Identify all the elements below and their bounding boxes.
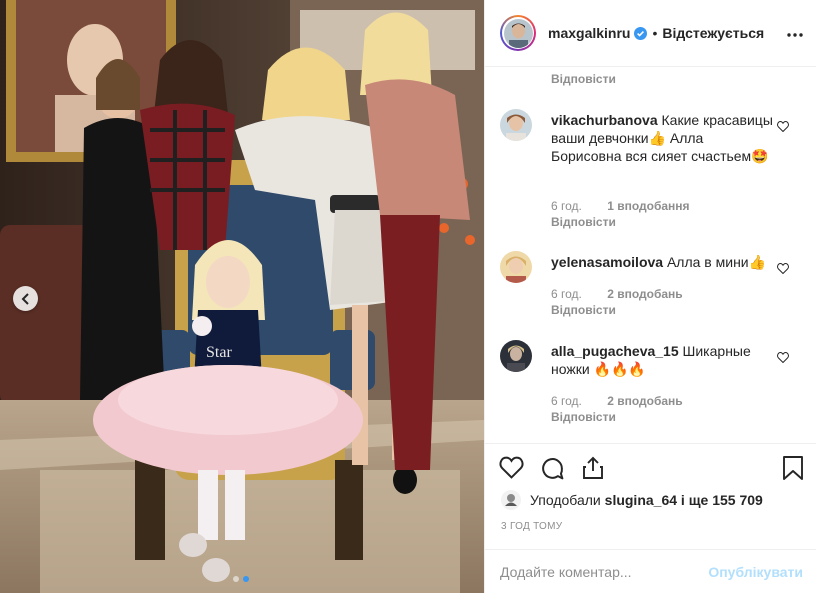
avatar-image xyxy=(503,18,533,48)
comment-like-icon[interactable] xyxy=(777,261,789,279)
post-timestamp[interactable]: 3 ГОД ТОМУ xyxy=(501,521,562,532)
heart-icon[interactable] xyxy=(499,456,524,481)
avatar-image xyxy=(500,340,532,372)
comment-likes-count[interactable]: 1 вподобання xyxy=(607,199,689,213)
post-photo[interactable]: Star xyxy=(0,0,484,593)
share-icon[interactable] xyxy=(581,456,605,481)
reply-link[interactable]: Відповісти xyxy=(551,72,616,86)
comment-username[interactable]: vikachurbanova xyxy=(551,112,658,128)
comment-text: alla_pugacheva_15 Шикарные ножки 🔥🔥🔥 xyxy=(551,342,776,378)
comment-item: alla_pugacheva_15 Шикарные ножки 🔥🔥🔥 6 г… xyxy=(500,340,800,430)
liker-username[interactable]: slugina_64 xyxy=(605,492,677,508)
comment-meta: 6 год. 2 вподобань xyxy=(551,394,683,408)
header-separator: • xyxy=(652,25,658,41)
comments-list[interactable]: Відповісти vikachurbanova Какие красавиц… xyxy=(485,67,816,443)
likes-summary: Уподобали slugina_64 і ще 155 709 xyxy=(501,490,763,510)
carousel-dot xyxy=(233,576,239,582)
comment-meta: 6 год. 2 вподобань xyxy=(551,287,683,301)
carousel-prev-button[interactable] xyxy=(13,286,38,311)
comment-icon[interactable] xyxy=(540,456,565,481)
comment-likes-count[interactable]: 2 вподобань xyxy=(607,287,682,301)
comment-like-icon[interactable] xyxy=(777,119,789,137)
comment-item: vikachurbanova Какие красавицы ваши девч… xyxy=(500,109,800,229)
comment-text: vikachurbanova Какие красавицы ваши девч… xyxy=(551,111,776,165)
commenter-avatar[interactable] xyxy=(500,109,532,141)
chevron-left-icon xyxy=(21,292,29,305)
likes-count[interactable]: і ще 155 709 xyxy=(681,492,763,508)
comment-like-icon[interactable] xyxy=(777,350,789,368)
comment-meta: 6 год. 1 вподобання xyxy=(551,199,690,213)
comment-time: 6 год. xyxy=(551,394,582,408)
photo-scene: Star xyxy=(0,0,484,593)
author-avatar[interactable] xyxy=(500,15,536,51)
follow-status-button[interactable]: Відстежується xyxy=(662,25,764,41)
comment-body: Алла в мини👍 xyxy=(666,254,767,270)
carousel-indicator xyxy=(233,576,249,582)
more-options-icon[interactable] xyxy=(787,24,803,42)
avatar-image xyxy=(500,109,532,141)
add-comment-bar: Опублікувати xyxy=(485,549,816,593)
comment-time: 6 год. xyxy=(551,199,582,213)
comment-time: 6 год. xyxy=(551,287,582,301)
author-username[interactable]: maxgalkinru xyxy=(548,25,630,41)
publish-button[interactable]: Опублікувати xyxy=(708,564,803,580)
comment-input[interactable] xyxy=(500,562,700,582)
avatar-image xyxy=(501,490,521,510)
reply-link[interactable]: Відповісти xyxy=(551,410,616,424)
comment-username[interactable]: yelenasamoilova xyxy=(551,254,663,270)
verified-badge-icon xyxy=(634,26,648,40)
bookmark-icon[interactable] xyxy=(782,456,804,485)
likes-prefix: Уподобали xyxy=(530,492,601,508)
post-side-panel: maxgalkinru • Відстежується Відповісти v… xyxy=(484,0,816,593)
post-actions: Уподобали slugina_64 і ще 155 709 3 ГОД … xyxy=(485,443,816,593)
commenter-avatar[interactable] xyxy=(500,251,532,283)
comment-text: yelenasamoilova Алла в мини👍 xyxy=(551,253,776,271)
liker-avatar[interactable] xyxy=(501,490,521,510)
reply-link[interactable]: Відповісти xyxy=(551,303,616,317)
carousel-dot-active xyxy=(243,576,249,582)
comment-username[interactable]: alla_pugacheva_15 xyxy=(551,343,679,359)
comment-item: yelenasamoilova Алла в мини👍 6 год. 2 вп… xyxy=(500,251,800,321)
commenter-avatar[interactable] xyxy=(500,340,532,372)
reply-link[interactable]: Відповісти xyxy=(551,215,616,229)
avatar-image xyxy=(500,251,532,283)
post-header: maxgalkinru • Відстежується xyxy=(485,0,816,67)
action-icons xyxy=(499,456,605,481)
comment-likes-count[interactable]: 2 вподобань xyxy=(607,394,682,408)
svg-text:Star: Star xyxy=(206,344,232,361)
